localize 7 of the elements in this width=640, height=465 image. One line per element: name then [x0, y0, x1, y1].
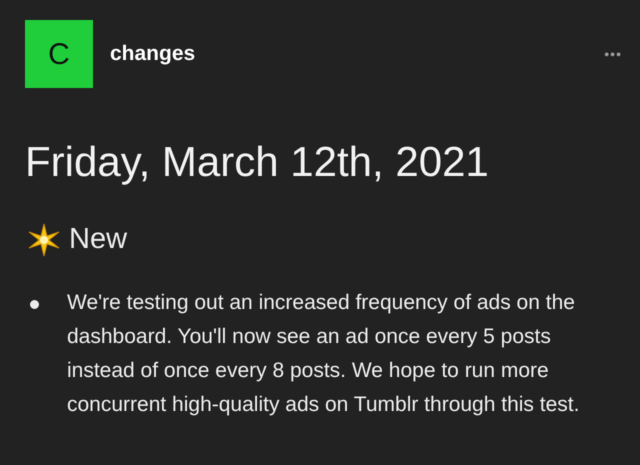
section-heading: New	[69, 222, 128, 257]
post-date: Friday, March 12th, 2021	[24, 137, 490, 187]
blog-avatar[interactable]: C	[25, 20, 93, 88]
bullet-icon	[30, 300, 39, 308]
blog-name[interactable]: changes	[110, 38, 196, 70]
more-button[interactable]: •••	[604, 44, 622, 64]
bullet-text: We're testing out an increased frequency of ads on the dashboard. You'll now see an ad once every 5 posts instead of once every 8 posts. We hope to run more concurrent high-quality ads on Tumblr through this test.	[67, 290, 580, 418]
